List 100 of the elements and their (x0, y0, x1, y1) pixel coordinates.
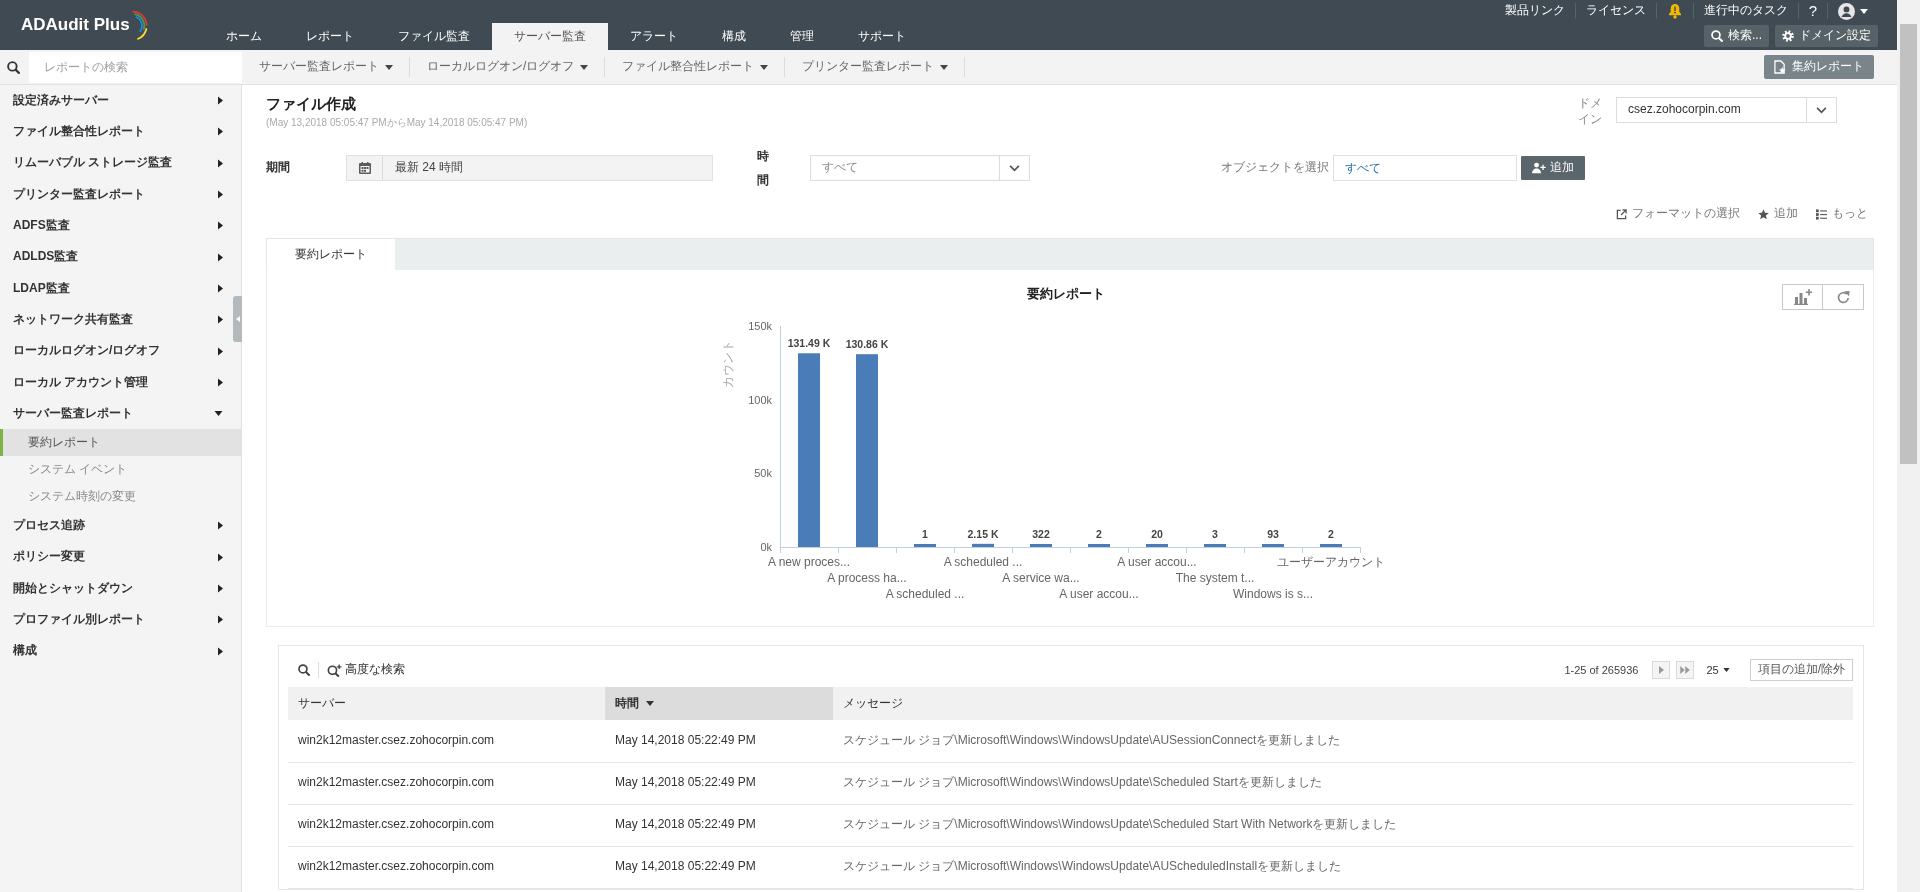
menu-dropdown[interactable]: サーバー監査レポート (242, 57, 410, 77)
axis-label: The system t... (1175, 571, 1255, 585)
time-select[interactable]: すべて (810, 155, 1031, 181)
sidebar-item[interactable]: リムーバブル ストレージ監査 (0, 147, 231, 179)
table-cell: win2k12master.csez.zohocorpin.com (288, 762, 605, 804)
sidebar-item[interactable]: ADFS監査 (0, 210, 231, 242)
table-cell: スケジュール ジョブ\Microsoft\Windows\WindowsUpdate\AUSessionConnectを更新しました (833, 720, 1853, 762)
report-search-field[interactable]: レポートの検索 (29, 51, 242, 83)
domain-settings-button[interactable]: ドメイン設定 (1775, 25, 1878, 47)
caret-down-icon (940, 64, 949, 70)
axis-label: Windows is s... (1233, 587, 1313, 601)
header-link[interactable]: 製品リンク (1504, 3, 1565, 19)
sidebar-item[interactable]: 開始とシャットダウン (0, 572, 231, 605)
nav-tab[interactable]: サポート (836, 23, 928, 50)
bar (914, 544, 936, 547)
add-chart-button[interactable] (1782, 284, 1823, 310)
nav-tab[interactable]: アラート (608, 23, 700, 50)
help-link[interactable]: ? (1808, 1, 1817, 21)
bar-value-label: 2.15 K (967, 527, 999, 540)
nav-tab[interactable]: 構成 (700, 23, 768, 50)
header-link[interactable]: 進行中のタスク (1703, 3, 1788, 19)
tick-label: 0k (760, 541, 772, 553)
date-range-text: (May 13,2018 05:05:47 PMからMay 14,2018 05:05:47 PM) (266, 116, 528, 129)
scrollbar-thumb[interactable] (1900, 24, 1917, 464)
sidebar-item[interactable]: ADLDS監査 (0, 241, 231, 273)
search-icon[interactable] (298, 664, 310, 676)
date-range-field[interactable]: 最新 24 時間 (346, 155, 713, 181)
bell-icon[interactable] (1666, 3, 1683, 19)
sidebar-item[interactable]: プロセス追跡 (0, 510, 231, 542)
domain-select[interactable]: csez.zohocorpin.com (1616, 97, 1837, 123)
axis-label: A scheduled ... (885, 587, 965, 601)
add-button[interactable]: 追加 (1521, 156, 1585, 180)
table-cell: May 14,2018 05:22:49 PM (605, 804, 833, 846)
bar-value-label: 93 (1267, 528, 1279, 540)
sidebar-item[interactable]: ローカル アカウント管理 (0, 366, 231, 398)
user-avatar-icon[interactable] (1838, 2, 1855, 20)
nav-tab[interactable]: レポート (284, 23, 376, 50)
star-icon (1758, 208, 1769, 220)
sidebar-item[interactable]: サーバー監査レポート (0, 397, 231, 430)
column-header[interactable]: メッセージ (833, 687, 1853, 720)
refresh-icon (1835, 289, 1851, 305)
bar-value-label: 130.86 K (845, 338, 889, 351)
columns-button[interactable]: 項目の追加/除外 (1749, 659, 1853, 681)
table-cell: スケジュール ジョブ\Microsoft\Windows\WindowsUpdate\Scheduled Start With Networkを更新しました (833, 804, 1853, 846)
search-icon[interactable] (7, 60, 20, 74)
nav-tab[interactable]: ホーム (204, 23, 284, 50)
more-link[interactable]: もっと (1816, 206, 1868, 222)
sidebar-item[interactable]: ローカルログオン/ログオフ (0, 335, 231, 367)
caret-down-icon (646, 701, 654, 707)
advanced-search-link[interactable]: 高度な検索 (327, 662, 405, 678)
bar-value-label: 131.49 K (787, 337, 831, 350)
double-arrow-right-icon (1680, 666, 1691, 674)
chevron-down-icon (1816, 106, 1827, 114)
consolidated-report-button[interactable]: 集約レポート (1764, 55, 1874, 79)
header-link[interactable]: ライセンス (1585, 3, 1646, 19)
axis-label: A user accou... (1117, 555, 1197, 569)
axis-label: A scheduled ... (943, 555, 1023, 569)
format-link[interactable]: フォーマットの選択 (1616, 206, 1740, 222)
sidebar-item[interactable]: 設定済みサーバー (0, 85, 231, 117)
menu-dropdown[interactable]: ファイル整合性レポート (605, 57, 786, 77)
page-size-dropdown[interactable]: 25 (1700, 662, 1736, 678)
axis-label: A new proces... (768, 555, 850, 569)
settings-icon (1782, 30, 1794, 42)
bar (1262, 544, 1284, 547)
nav-tab[interactable]: ファイル監査 (376, 23, 492, 50)
refresh-button[interactable] (1823, 284, 1864, 310)
object-field[interactable]: すべて (1333, 155, 1517, 181)
bar-value-label: 2 (1096, 528, 1102, 540)
nav-tab[interactable]: 管理 (768, 23, 836, 50)
collapse-handle[interactable] (233, 296, 242, 342)
last-page-button[interactable] (1676, 661, 1695, 679)
favorite-link[interactable]: 追加 (1758, 206, 1798, 222)
sidebar-subitem[interactable]: 要約レポート (0, 429, 241, 457)
sidebar-item[interactable]: ポリシー変更 (0, 541, 231, 573)
search-button[interactable]: 検索... (1704, 25, 1769, 47)
pagination-text: 1-25 of 265936 (1564, 662, 1639, 678)
nav-tab[interactable]: サーバー監査 (492, 23, 608, 50)
calendar-icon (358, 162, 371, 174)
caret-down-icon (580, 64, 589, 70)
menu-dropdown[interactable]: プリンター監査レポート (785, 57, 966, 77)
sidebar-item[interactable]: プリンター監査レポート (0, 178, 231, 211)
column-header[interactable]: 時間 (605, 687, 833, 720)
table-cell: win2k12master.csez.zohocorpin.com (288, 720, 605, 762)
bar (1204, 544, 1226, 547)
column-header[interactable]: サーバー (288, 687, 605, 720)
report-title: ファイル作成 (266, 95, 357, 113)
sidebar-item[interactable]: ネットワーク共有監査 (0, 304, 231, 336)
caret-down-icon[interactable] (1860, 8, 1868, 14)
report-tab[interactable]: 要約レポート (267, 239, 395, 270)
chart-add-icon (1793, 289, 1812, 305)
bar (1146, 544, 1168, 547)
next-page-button[interactable] (1652, 661, 1671, 679)
bar (972, 543, 994, 547)
sidebar-item[interactable]: プロファイル別レポート (0, 604, 231, 636)
sidebar-item[interactable]: LDAP監査 (0, 272, 231, 305)
sidebar-item[interactable]: ファイル整合性レポート (0, 116, 231, 148)
scrollbar-track[interactable] (1897, 0, 1920, 892)
menu-dropdown[interactable]: ローカルログオン/ログオフ (410, 57, 606, 77)
sidebar-item[interactable]: 構成 (0, 635, 231, 667)
bar (1030, 544, 1052, 547)
